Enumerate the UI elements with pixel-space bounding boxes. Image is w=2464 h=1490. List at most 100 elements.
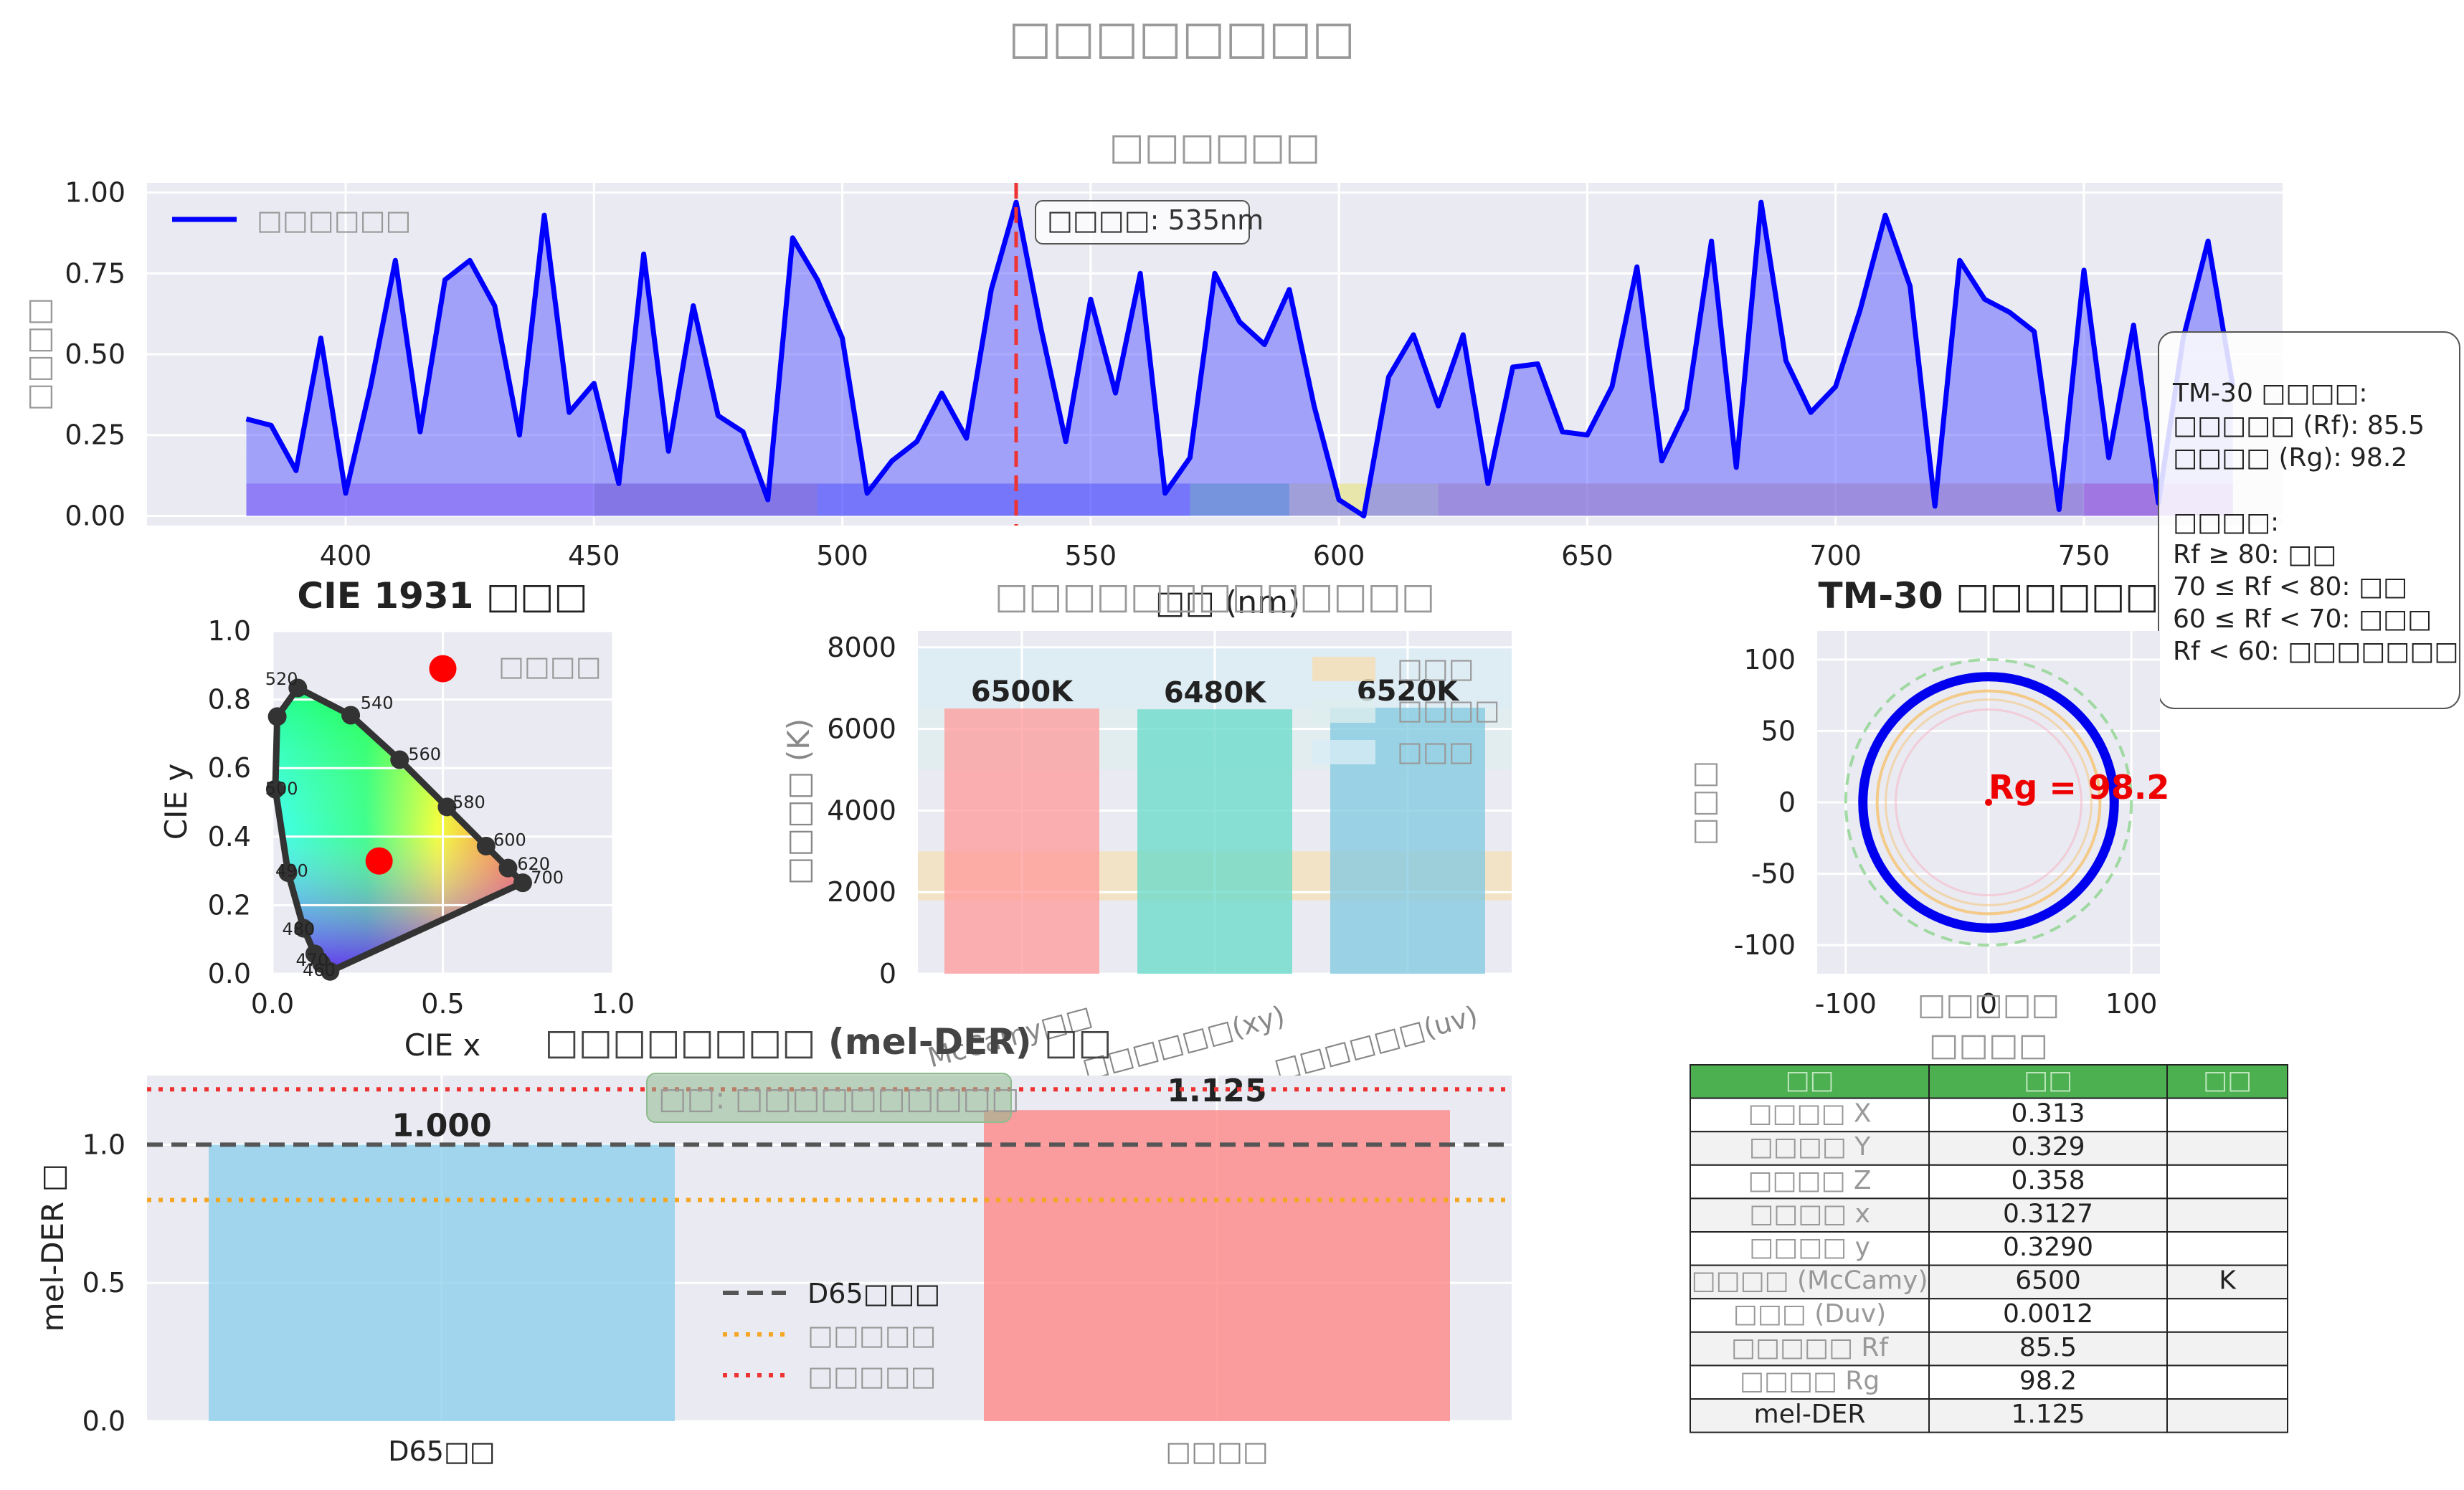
table-cell-text: 0.3290 bbox=[2003, 1233, 2093, 1262]
table-cell-text: K bbox=[2219, 1266, 2237, 1296]
tm30-info-line: 60 ≤ Rf < 70: □□□ bbox=[2173, 604, 2432, 634]
spectrum-x-tick: 500 bbox=[816, 540, 868, 571]
spectrum-y-label: □□□□ bbox=[21, 298, 56, 412]
wavelength-label: 700 bbox=[531, 868, 564, 888]
table-title: □□□□ bbox=[1929, 1027, 2048, 1063]
table-cell-text: 85.5 bbox=[2019, 1333, 2077, 1362]
table-cell-text: 0.358 bbox=[2011, 1166, 2085, 1195]
table-cell-text: □□□□ x bbox=[1749, 1199, 1870, 1228]
cie-y-tick: 0.6 bbox=[208, 752, 251, 784]
peak-label: □□□□: 535nm bbox=[1047, 204, 1264, 236]
wavelength-label: 470 bbox=[296, 950, 329, 970]
tm30-x-tick: 100 bbox=[2105, 988, 2158, 1020]
tm30-x-label: □□□□□ bbox=[1918, 987, 2060, 1022]
spectrum-x-tick: 750 bbox=[2058, 540, 2110, 571]
mel-x-tick: □□□□ bbox=[1165, 1436, 1269, 1467]
cie-x-tick: 0.5 bbox=[421, 988, 464, 1020]
table-cell bbox=[2166, 1164, 2288, 1200]
table-cell-text: □□□□□ Rf bbox=[1731, 1333, 1890, 1362]
table-header-text: □□ bbox=[2203, 1066, 2252, 1095]
mel-title: □□□□□□□□ (mel-DER) □□ bbox=[545, 1021, 1112, 1063]
locus-point bbox=[476, 836, 496, 855]
cie-y-tick: 0.4 bbox=[208, 821, 251, 853]
cie-y-label: CIE y bbox=[158, 764, 194, 840]
table-cell-text: □□□□ Rg bbox=[1740, 1366, 1880, 1395]
table-cell-text: □□□□ y bbox=[1749, 1233, 1870, 1262]
figure: □□□□□□□□ □□□□: 535nm □□□□□□ □□□□□□ 400 45… bbox=[21, 11, 2460, 1467]
table-cell-text: 0.3127 bbox=[2003, 1199, 2093, 1228]
table-cell-text: 0.329 bbox=[2011, 1132, 2085, 1162]
cie-y-tick: 0.2 bbox=[208, 889, 251, 921]
tm30-info-line: TM-30 □□□□: bbox=[2172, 379, 2367, 408]
table-cell bbox=[2166, 1131, 2288, 1166]
cct-bar-label: 6480K bbox=[1164, 676, 1267, 709]
table-cell bbox=[2166, 1398, 2288, 1433]
spectrum-y-tick: 0.00 bbox=[65, 500, 125, 531]
cct-y-tick: 8000 bbox=[827, 632, 896, 663]
table-cell-text: □□□□ X bbox=[1748, 1099, 1871, 1129]
parameter-table: □□□□ □□ □□ □□□□□□ X 0.313□□□□ Y 0.329□□□□ Z0… bbox=[1690, 1027, 2288, 1433]
table-header-text: □□ bbox=[2024, 1066, 2072, 1095]
table-cell bbox=[2166, 1197, 2288, 1233]
wavelength-label: 560 bbox=[408, 744, 441, 764]
table-cell-text: 0.0012 bbox=[2003, 1299, 2093, 1329]
wavelength-label: 580 bbox=[452, 792, 485, 812]
table-cell bbox=[2166, 1365, 2288, 1400]
mel-x-tick: D65□□ bbox=[388, 1436, 495, 1467]
cct-panel: 6500K 6480K 6520K □□□□□□□□□□□□□ 0200040006… bbox=[781, 575, 1512, 1084]
table-cell-text: 1.125 bbox=[2011, 1400, 2085, 1429]
tm30-info-box: TM-30 □□□□: □□□□□ (Rf): 85.5 □□□□ (Rg): 98… bbox=[2158, 331, 2460, 709]
cie-y-tick: 0.0 bbox=[208, 958, 251, 990]
cct-bar bbox=[944, 708, 1099, 974]
rg-value-label: Rg = 98.2 bbox=[1989, 768, 2169, 807]
table-cell-text: □□□□ Z bbox=[1748, 1166, 1871, 1195]
cct-legend-2: □□□□ bbox=[1397, 694, 1500, 726]
spectrum-y-tick: 0.75 bbox=[65, 257, 125, 289]
tm30-x-tick: -100 bbox=[1815, 988, 1877, 1020]
spectrum-x-tick: 700 bbox=[1809, 540, 1862, 571]
cie-panel: 460470480490500520540560580600620700 □□□… bbox=[158, 575, 635, 1063]
table-cell bbox=[2166, 1231, 2288, 1266]
cie-x-tick: 0.0 bbox=[251, 988, 294, 1020]
spectrum-title: □□□□□□ bbox=[1109, 125, 1321, 169]
peak-label-box: □□□□: 535nm bbox=[1035, 200, 1264, 245]
spectrum-x-tick: 600 bbox=[1313, 540, 1365, 571]
cct-y-label: □□□□ (K) bbox=[781, 718, 816, 885]
mel-legend-3: □□□□□ bbox=[807, 1360, 937, 1392]
wavelength-label: 500 bbox=[265, 779, 298, 799]
spectrum-panel: □□□□: 535nm □□□□□□ □□□□□□ 400 450 500 550 60… bbox=[21, 125, 2283, 621]
spectrum-y-tick: 0.25 bbox=[65, 419, 125, 451]
spectrum-x-tick: 400 bbox=[320, 540, 372, 571]
cct-legend: □□□ □□□□ □□□ bbox=[1312, 653, 1500, 767]
locus-point bbox=[498, 858, 518, 878]
cct-x-tick: □□□□□□(uv) bbox=[1271, 1000, 1481, 1084]
cie-x-tick: 1.0 bbox=[592, 988, 635, 1020]
cie-y-tick: 1.0 bbox=[208, 615, 251, 647]
table-cell bbox=[2166, 1097, 2288, 1133]
locus-point bbox=[341, 706, 361, 725]
mel-evaluation-box: □□: □□□□□□□□□□ bbox=[646, 1073, 1020, 1123]
cie-x-label: CIE x bbox=[404, 1028, 480, 1063]
table-cell-text: □□□□ (McCamy) bbox=[1691, 1266, 1928, 1296]
mel-y-tick: 0.0 bbox=[82, 1405, 125, 1437]
mel-legend-1: D65□□□ bbox=[807, 1278, 940, 1309]
table-cell-text: mel-DER bbox=[1754, 1400, 1866, 1429]
wavelength-label: 520 bbox=[265, 669, 298, 689]
wavelength-label: 490 bbox=[275, 861, 308, 881]
tm30-title: TM-30 □□□□□□ bbox=[1818, 575, 2159, 617]
table-cell-text: □□□ (Duv) bbox=[1733, 1299, 1886, 1329]
wavelength-label: 600 bbox=[493, 830, 526, 850]
mel-bar bbox=[984, 1110, 1450, 1421]
cie-legend-label: □□□□ bbox=[498, 650, 602, 682]
mel-y-tick: 1.0 bbox=[82, 1129, 125, 1160]
tm30-info-line: □□□□ (Rg): 98.2 bbox=[2173, 443, 2407, 473]
figure-title: □□□□□□□□ bbox=[1008, 11, 1355, 65]
cct-y-tick: 6000 bbox=[827, 713, 896, 745]
table-cell-text: □□□□ Y bbox=[1749, 1132, 1871, 1162]
tm30-info-line: Rf < 60: □□□□□□□ bbox=[2173, 637, 2458, 666]
cie-legend-marker bbox=[429, 655, 457, 683]
table-cell bbox=[2166, 1298, 2288, 1333]
tm30-y-tick: 0 bbox=[1778, 787, 1796, 818]
tm30-y-tick: -100 bbox=[1734, 929, 1796, 961]
cct-bar bbox=[1137, 709, 1292, 974]
